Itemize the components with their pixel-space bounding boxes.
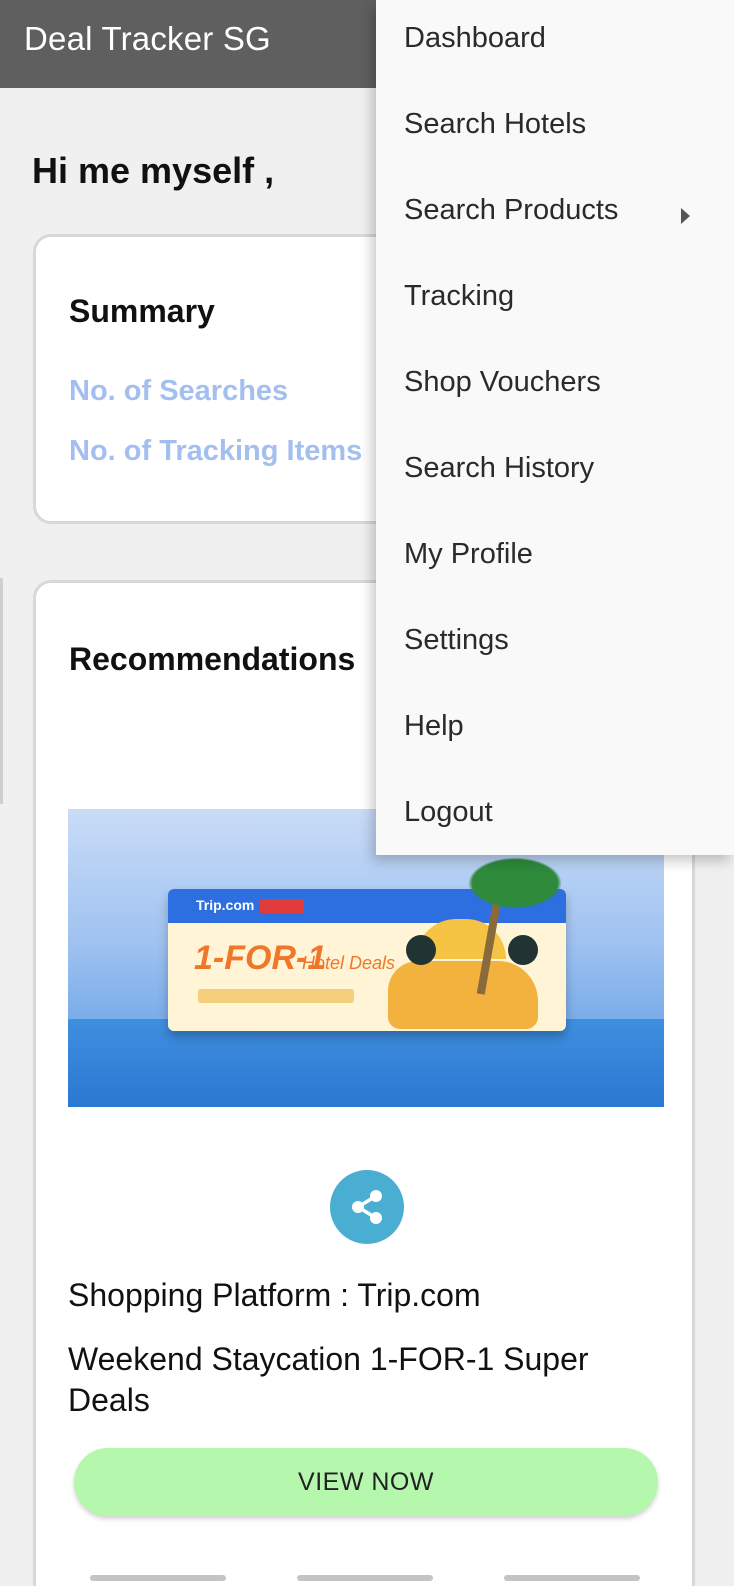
banner-brand: Trip.com xyxy=(196,897,255,913)
share-button[interactable] xyxy=(330,1170,404,1244)
menu-item-label: Dashboard xyxy=(404,22,546,54)
banner-tag xyxy=(260,899,304,913)
nav-hint-center xyxy=(297,1575,433,1581)
banner-pill xyxy=(198,989,354,1003)
nav-hint-left xyxy=(90,1575,226,1581)
menu-item-label: Search History xyxy=(404,452,595,484)
recommendations-title: Recommendations xyxy=(69,641,356,677)
summary-title: Summary xyxy=(69,293,215,329)
banner-sea xyxy=(68,1019,664,1107)
car-wheel xyxy=(508,935,538,965)
menu-item-label: Search Hotels xyxy=(404,108,587,140)
banner-subheadline: Hotel Deals xyxy=(302,953,396,973)
menu-item-help[interactable]: Help xyxy=(376,688,734,774)
menu-item-label: My Profile xyxy=(404,538,533,570)
submenu-arrow-icon xyxy=(681,208,690,224)
menu-item-label: Logout xyxy=(404,796,493,828)
menu-item-label: Shop Vouchers xyxy=(404,366,601,398)
menu-item-search-products[interactable]: Search Products xyxy=(376,172,734,258)
menu-item-label: Search Products xyxy=(404,194,619,226)
share-icon xyxy=(352,1190,382,1224)
edge-divider xyxy=(0,578,3,804)
menu-item-tracking[interactable]: Tracking xyxy=(376,258,734,344)
menu-item-my-profile[interactable]: My Profile xyxy=(376,516,734,602)
tracking-count-label: No. of Tracking Items xyxy=(69,435,363,467)
view-now-button[interactable]: VIEW NOW xyxy=(74,1448,658,1516)
menu-item-shop-vouchers[interactable]: Shop Vouchers xyxy=(376,344,734,430)
menu-item-search-history[interactable]: Search History xyxy=(376,430,734,516)
menu-item-label: Help xyxy=(404,710,464,742)
nav-hint-right xyxy=(504,1575,640,1581)
menu-item-logout[interactable]: Logout xyxy=(376,774,734,860)
searches-count-label: No. of Searches xyxy=(69,375,289,407)
app-title: Deal Tracker SG xyxy=(24,20,271,57)
menu-item-settings[interactable]: Settings xyxy=(376,602,734,688)
palm-leaves-graphic xyxy=(460,853,570,913)
menu-item-label: Settings xyxy=(404,624,509,656)
menu-item-label: Tracking xyxy=(404,280,515,312)
deal-title: Weekend Staycation 1-FOR-1 Super Deals xyxy=(68,1341,589,1418)
greeting-text: Hi me myself , xyxy=(32,150,275,191)
car-wheel xyxy=(406,935,436,965)
car-graphic xyxy=(388,961,538,1029)
menu-item-dashboard[interactable]: Dashboard xyxy=(376,0,734,86)
platform-text: Shopping Platform : Trip.com xyxy=(68,1277,481,1313)
overflow-menu: Dashboard Search Hotels Search Products … xyxy=(376,0,734,855)
menu-item-search-hotels[interactable]: Search Hotels xyxy=(376,86,734,172)
